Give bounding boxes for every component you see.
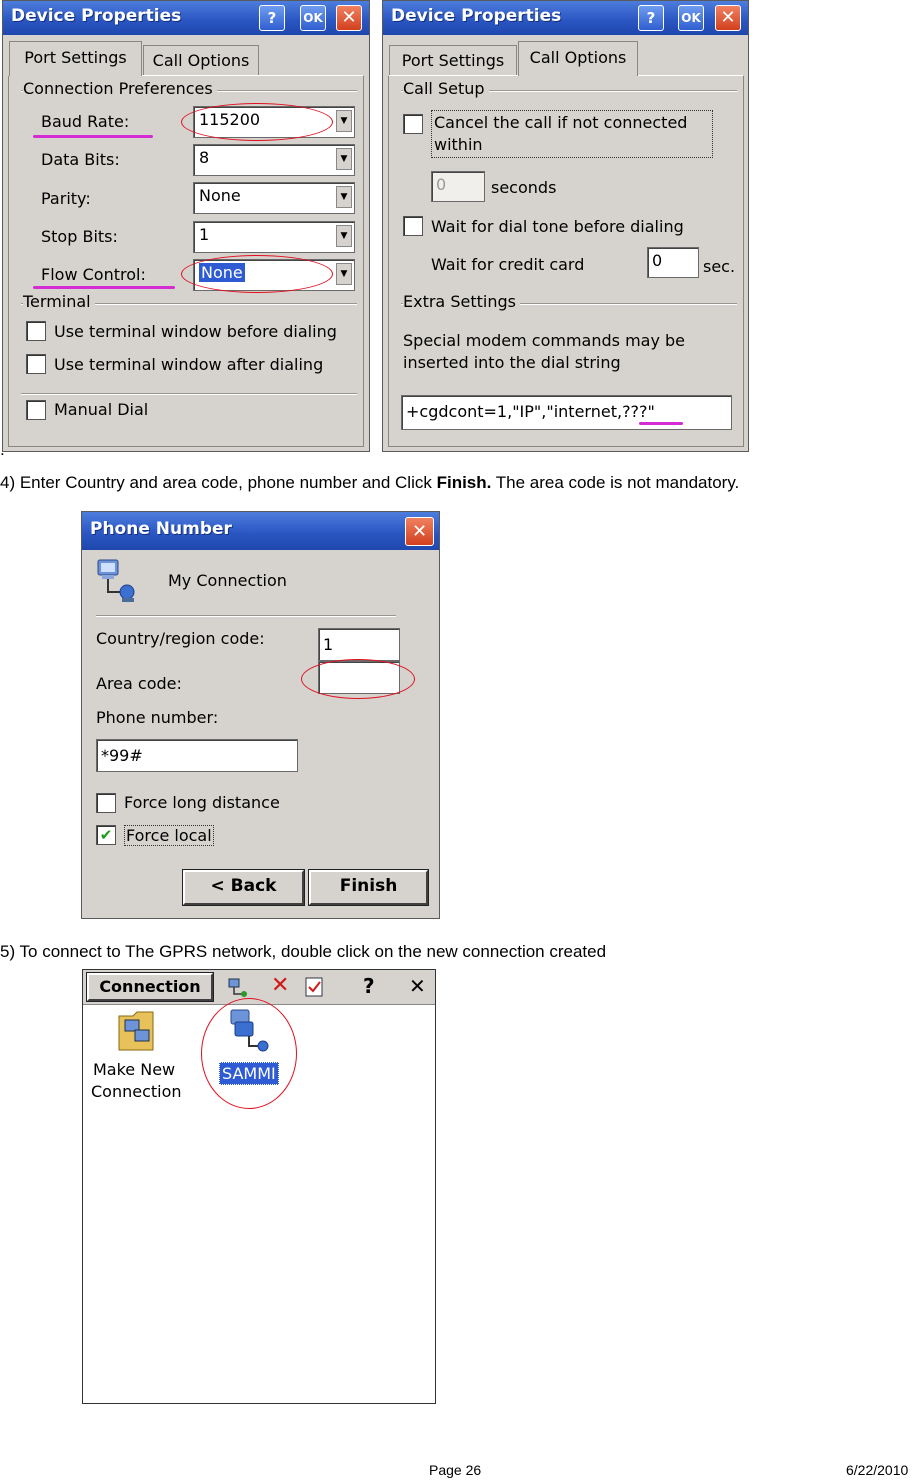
close-button[interactable]: ✕: [715, 5, 741, 31]
connection-window: Connection ✕ ? ✕ Make New Connection SAM…: [82, 969, 436, 1404]
phone-number-dialog: Phone Number ✕ My Connection Country/reg…: [81, 511, 440, 919]
wait-dial-tone-label: Wait for dial tone before dialing: [431, 217, 684, 236]
ok-button[interactable]: OK: [678, 5, 704, 31]
group-terminal: Terminal: [23, 292, 95, 311]
page-date: 6/22/2010: [846, 1462, 909, 1478]
make-new-connection-icon[interactable]: [115, 1008, 159, 1054]
title-bar: Device Properties ? OK ✕: [3, 1, 369, 35]
title-bar: Phone Number ✕: [82, 512, 439, 550]
separator: [21, 393, 357, 395]
wait-dial-tone-checkbox[interactable]: [403, 216, 423, 236]
help-icon[interactable]: ?: [363, 974, 375, 998]
group-call-setup: Call Setup: [403, 79, 489, 98]
title-bar: Device Properties ? OK ✕: [383, 1, 748, 35]
annotation-underline-baud: [33, 135, 153, 138]
area-code-label: Area code:: [96, 674, 182, 693]
chevron-down-icon[interactable]: ▼: [336, 110, 352, 132]
stop-bits-value: 1: [199, 225, 210, 244]
tab-port-settings[interactable]: Port Settings: [9, 41, 142, 76]
dialog-title: Phone Number: [90, 519, 232, 539]
group-extra-settings: Extra Settings: [403, 292, 520, 311]
annotation-underline-flow: [33, 286, 175, 289]
credit-field[interactable]: 0: [647, 247, 699, 278]
data-bits-label: Data Bits:: [41, 150, 120, 169]
help-button[interactable]: ?: [638, 5, 664, 31]
annotation-underline-extra: [639, 422, 683, 425]
group-connection-preferences: Connection Preferences: [23, 79, 217, 98]
annotation-ellipse-sammi: [201, 998, 297, 1109]
ok-button[interactable]: OK: [300, 5, 326, 31]
extra-desc-line1: Special modem commands may be: [403, 331, 686, 350]
step4-tail: The area code is not mandatory.: [491, 473, 740, 492]
parity-select[interactable]: None ▼: [193, 182, 355, 214]
manual-dial-label: Manual Dial: [54, 400, 149, 419]
wait-credit-label: Wait for credit card: [431, 255, 585, 274]
country-code-label: Country/region code:: [96, 629, 265, 648]
sec-label: sec.: [703, 257, 736, 276]
tab-port-settings[interactable]: Port Settings: [389, 45, 517, 75]
data-bits-value: 8: [199, 148, 210, 167]
terminal-before-checkbox[interactable]: [26, 321, 46, 341]
close-button[interactable]: ✕: [336, 5, 362, 31]
cancel-call-label: Cancel the call if not connected within: [431, 110, 713, 158]
force-long-distance-checkbox[interactable]: [96, 793, 116, 813]
step4-text: 4) Enter Country and area code, phone nu…: [0, 473, 437, 492]
device-properties-port-dialog: Device Properties ? OK ✕ Port Settings C…: [2, 0, 370, 452]
parity-value: None: [199, 186, 241, 205]
close-icon[interactable]: ✕: [409, 974, 426, 998]
extra-settings-field[interactable]: +cgdcont=1,"IP","internet,???": [401, 395, 732, 430]
device-properties-call-dialog: Device Properties ? OK ✕ Port Settings C…: [382, 0, 749, 452]
terminal-after-label: Use terminal window after dialing: [54, 355, 324, 374]
page-number: Page 26: [429, 1462, 482, 1478]
seconds-field[interactable]: 0: [431, 171, 485, 202]
tab-call-options[interactable]: Call Options: [143, 45, 259, 75]
checkmark-icon: ✔: [99, 826, 113, 844]
properties-icon[interactable]: [303, 976, 325, 998]
chevron-down-icon[interactable]: ▼: [336, 186, 352, 208]
step4-bold: Finish.: [436, 473, 492, 492]
phone-number-label: Phone number:: [96, 708, 219, 727]
cancel-call-checkbox[interactable]: [403, 114, 423, 134]
network-connection-icon: [97, 559, 135, 602]
leading-mark: .: [0, 440, 5, 459]
step5-instruction: 5) To connect to The GPRS network, doubl…: [0, 942, 607, 961]
separator: [96, 615, 396, 617]
make-new-connection-label-2: Connection: [91, 1082, 182, 1101]
step4-instruction: 4) Enter Country and area code, phone nu…: [0, 473, 739, 493]
data-bits-select[interactable]: 8 ▼: [193, 144, 355, 176]
stop-bits-label: Stop Bits:: [41, 227, 118, 246]
delete-icon[interactable]: ✕: [271, 973, 289, 998]
terminal-before-label: Use terminal window before dialing: [54, 322, 337, 341]
tab-call-options[interactable]: Call Options: [518, 41, 638, 76]
finish-button[interactable]: Finish: [308, 869, 429, 906]
help-button[interactable]: ?: [259, 5, 285, 31]
chevron-down-icon[interactable]: ▼: [336, 263, 352, 285]
country-code-field[interactable]: 1: [318, 628, 400, 661]
chevron-down-icon[interactable]: ▼: [336, 148, 352, 170]
force-long-distance-label: Force long distance: [124, 793, 280, 812]
force-local-label: Force local: [124, 825, 214, 846]
seconds-label: seconds: [491, 178, 557, 197]
back-button[interactable]: < Back: [182, 869, 305, 906]
phone-number-field[interactable]: *99#: [96, 739, 298, 772]
connection-name: My Connection: [168, 571, 287, 590]
flow-control-label: Flow Control:: [41, 265, 146, 284]
make-new-connection-label-1: Make New: [93, 1060, 176, 1079]
stop-bits-select[interactable]: 1 ▼: [193, 221, 355, 253]
baud-rate-label: Baud Rate:: [41, 112, 130, 131]
extra-desc-line2: inserted into the dial string: [403, 353, 621, 372]
annotation-ellipse-flow: [181, 255, 333, 293]
parity-label: Parity:: [41, 189, 91, 208]
chevron-down-icon[interactable]: ▼: [336, 225, 352, 247]
terminal-after-checkbox[interactable]: [26, 354, 46, 374]
dialog-title: Device Properties: [11, 6, 182, 26]
force-local-checkbox[interactable]: ✔: [96, 825, 116, 845]
connect-icon[interactable]: [227, 977, 249, 999]
annotation-ellipse-baud: [181, 103, 333, 141]
annotation-ellipse-area-code: [301, 659, 415, 699]
dialog-title: Device Properties: [391, 6, 562, 26]
close-button[interactable]: ✕: [405, 517, 434, 546]
manual-dial-checkbox[interactable]: [26, 400, 46, 420]
connection-menu[interactable]: Connection: [86, 972, 214, 1002]
